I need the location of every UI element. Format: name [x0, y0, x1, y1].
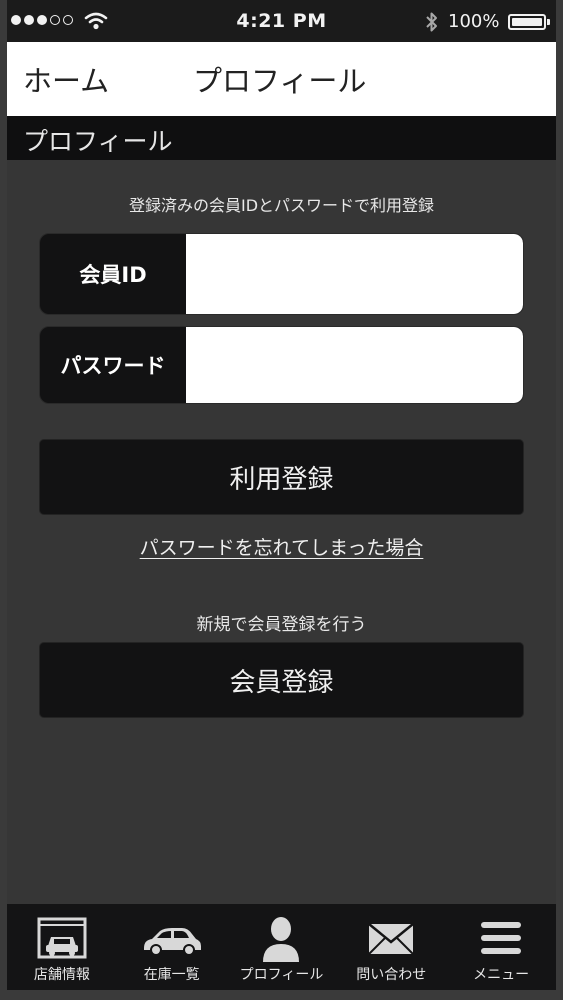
- password-label: パスワード: [60, 354, 166, 378]
- member-id-field: 会員ID: [39, 233, 524, 315]
- garage-icon: [37, 917, 87, 959]
- section-header: プロフィール: [7, 116, 556, 160]
- password-field: パスワード: [39, 326, 524, 404]
- home-button[interactable]: ホーム: [23, 58, 109, 100]
- password-input[interactable]: [186, 327, 523, 403]
- page-title: プロフィール: [193, 64, 367, 98]
- member-register-button[interactable]: 会員登録: [39, 642, 524, 718]
- device-bottom-edge: [0, 990, 563, 1000]
- tab-profile[interactable]: プロフィール: [227, 904, 337, 990]
- forgot-password-link[interactable]: パスワードを忘れてしまった場合: [7, 533, 556, 560]
- tab-label: プロフィール: [239, 967, 324, 983]
- tab-label: 在庫一覧: [143, 967, 200, 983]
- use-register-button[interactable]: 利用登録: [39, 439, 524, 515]
- tab-label: メニュー: [473, 967, 530, 983]
- person-icon: [263, 917, 300, 962]
- tab-bar: 店舗情報 在庫一覧 プロフィール 問い合わせ メニュー: [7, 904, 556, 990]
- battery-tip: [547, 19, 550, 25]
- car-icon: [143, 928, 201, 956]
- new-member-text: 新規で会員登録を行う: [196, 615, 367, 635]
- app-screen: 4:21 PM 100% ホーム プロフィール プロフィール 登録済みの会員ID…: [7, 0, 556, 1000]
- menu-icon: [481, 922, 522, 954]
- tab-label: 問い合わせ: [356, 967, 427, 983]
- tab-store-info[interactable]: 店舗情報: [7, 904, 117, 990]
- tab-contact[interactable]: 問い合わせ: [336, 904, 446, 990]
- tab-label: 店舗情報: [33, 967, 90, 983]
- login-instruction: 登録済みの会員IDとパスワードで利用登録: [128, 196, 435, 215]
- nav-bar: ホーム プロフィール: [7, 42, 556, 116]
- tab-inventory[interactable]: 在庫一覧: [117, 904, 227, 990]
- section-title: プロフィール: [23, 127, 173, 156]
- status-bar: 4:21 PM 100%: [7, 0, 556, 42]
- member-id-label: 会員ID: [79, 263, 147, 287]
- mail-icon: [368, 923, 415, 955]
- battery-percent: 100%: [448, 11, 500, 32]
- tab-menu[interactable]: メニュー: [446, 904, 556, 990]
- bluetooth-icon: [426, 12, 437, 32]
- member-id-input[interactable]: [186, 234, 523, 314]
- battery-icon: [508, 14, 546, 30]
- device-frame: 4:21 PM 100% ホーム プロフィール プロフィール 登録済みの会員ID…: [0, 0, 563, 1000]
